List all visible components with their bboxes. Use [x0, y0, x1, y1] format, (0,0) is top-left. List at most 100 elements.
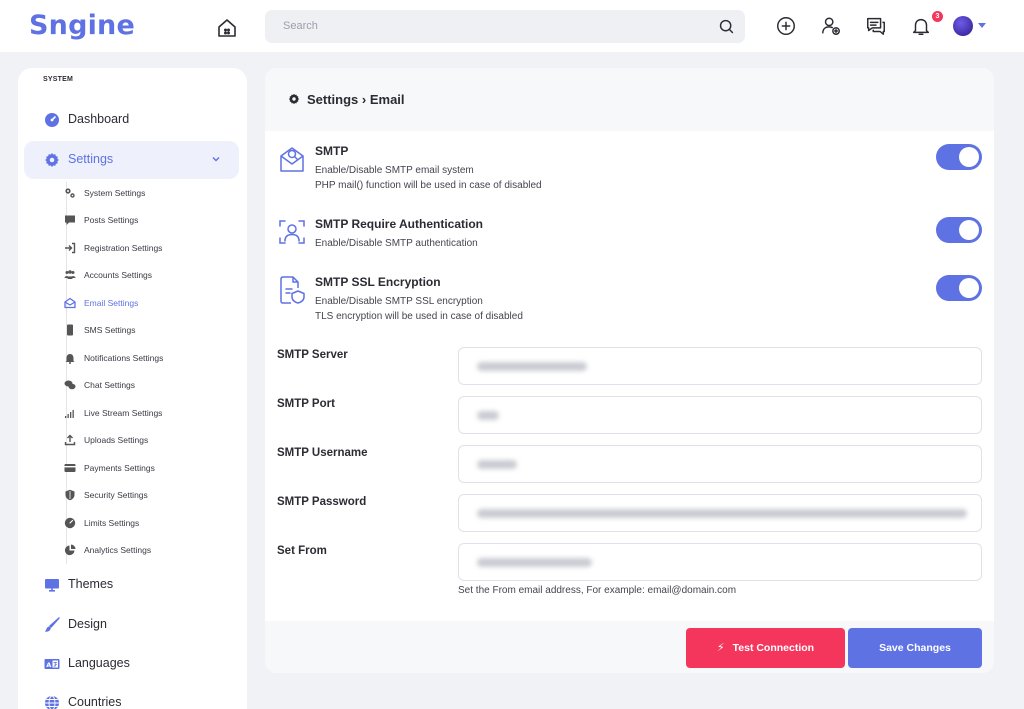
user-scan-icon: [279, 220, 305, 244]
search-icon[interactable]: [718, 18, 735, 35]
sidebar-subitem-label: Payments Settings: [84, 463, 155, 473]
smtp-port-label: SMTP Port: [277, 398, 335, 410]
set-from-label: Set From: [277, 545, 327, 557]
smtp-ssl-description: Enable/Disable SMTP SSL encryption: [315, 296, 483, 307]
smtp-server-input[interactable]: [458, 347, 982, 385]
sign-in-icon: [65, 242, 76, 254]
sidebar-item-countries[interactable]: Countries: [24, 684, 239, 709]
brush-icon: [44, 617, 60, 632]
sidebar-subitem-accounts[interactable]: Accounts Settings: [64, 266, 234, 286]
sidebar-item-label: Dashboard: [68, 112, 130, 126]
mobile-icon: [67, 324, 73, 336]
sidebar-subitem-label: Email Settings: [84, 298, 139, 308]
smtp-auth-toggle[interactable]: [936, 217, 982, 243]
chevron-down-icon[interactable]: [211, 154, 221, 164]
sidebar-item-settings[interactable]: Settings: [24, 141, 239, 179]
pie-chart-icon: [64, 544, 76, 556]
globe-icon: [45, 695, 59, 709]
gears-icon: [65, 188, 75, 198]
smtp-password-input[interactable]: [458, 494, 982, 532]
redacted-value: [477, 362, 587, 371]
redacted-value: [477, 558, 592, 567]
smtp-auth-title: SMTP Require Authentication: [315, 217, 484, 231]
messages-icon[interactable]: [865, 15, 887, 37]
create-plus-icon[interactable]: [775, 15, 797, 37]
sidebar-item-label: Languages: [68, 656, 130, 670]
sidebar-subitem-sms[interactable]: SMS Settings: [64, 321, 234, 341]
search-bar[interactable]: Search: [265, 10, 745, 43]
sidebar-item-dashboard[interactable]: Dashboard: [24, 101, 239, 139]
sidebar-item-themes[interactable]: Themes: [24, 566, 239, 604]
sidebar-subitem-live-stream[interactable]: Live Stream Settings: [64, 404, 234, 424]
sidebar: SYSTEM Dashboard Settings System Setting…: [18, 68, 247, 709]
sidebar-subitem-posts[interactable]: Posts Settings: [64, 211, 234, 231]
app-logo[interactable]: Sngine: [29, 10, 135, 41]
smtp-ssl-description-note: TLS encryption will be used in case of d…: [315, 311, 523, 322]
bell-icon: [65, 354, 75, 364]
credit-card-icon: [64, 464, 76, 472]
monitor-icon: [45, 579, 59, 592]
card-header: Settings › Email: [265, 68, 994, 131]
sidebar-item-languages[interactable]: A Languages: [24, 645, 239, 683]
sidebar-subitem-chat[interactable]: Chat Settings: [64, 376, 234, 396]
sidebar-subitem-label: Posts Settings: [84, 215, 139, 225]
sidebar-subitem-label: Registration Settings: [84, 243, 163, 253]
upload-icon: [64, 434, 76, 446]
smtp-description: Enable/Disable SMTP email system: [315, 165, 474, 176]
top-navbar: Sngine Search 3: [0, 0, 1024, 52]
smtp-auth-description: Enable/Disable SMTP authentication: [315, 238, 478, 249]
smtp-server-label: SMTP Server: [277, 349, 348, 361]
comments-icon: [64, 380, 76, 390]
test-connection-label: Test Connection: [732, 642, 815, 654]
gauge-icon: [64, 517, 76, 529]
smtp-description-note: PHP mail() function will be used in case…: [315, 180, 542, 191]
sidebar-subitem-notifications[interactable]: Notifications Settings: [64, 349, 234, 369]
users-icon: [64, 270, 76, 279]
notifications-bell-icon[interactable]: [910, 15, 932, 37]
shield-icon: [65, 489, 75, 501]
sidebar-item-label: Design: [68, 617, 107, 631]
chevron-down-icon[interactable]: [978, 23, 986, 28]
svg-text:A: A: [46, 661, 51, 669]
sidebar-subitem-label: Accounts Settings: [84, 270, 153, 280]
gear-icon: [288, 93, 300, 105]
smtp-username-label: SMTP Username: [277, 447, 368, 459]
search-input[interactable]: Search: [283, 20, 318, 32]
sidebar-subitem-email[interactable]: Email Settings: [64, 294, 234, 314]
notifications-badge: 3: [932, 11, 943, 22]
sidebar-item-design[interactable]: Design: [24, 606, 239, 644]
smtp-password-label: SMTP Password: [277, 496, 367, 508]
sidebar-subitem-label: Analytics Settings: [84, 545, 152, 555]
sidebar-subitem-label: Chat Settings: [84, 380, 136, 390]
email-settings-card: Settings › Email SMTP Enable/Disable SMT…: [265, 68, 994, 673]
sidebar-subitem-payments[interactable]: Payments Settings: [64, 459, 234, 479]
smtp-username-input[interactable]: [458, 445, 982, 483]
sidebar-subitem-label: SMS Settings: [84, 325, 136, 335]
home-icon[interactable]: [215, 16, 239, 40]
document-shield-icon: [280, 276, 305, 304]
smtp-port-input[interactable]: [458, 396, 982, 434]
sidebar-subitem-label: Limits Settings: [84, 518, 140, 528]
sidebar-subitem-label: Security Settings: [84, 490, 148, 500]
signal-bars-icon: [65, 410, 74, 418]
friend-requests-icon[interactable]: [820, 15, 842, 37]
toggle-knob: [959, 278, 979, 298]
language-icon: A: [44, 659, 60, 669]
sidebar-subitem-limits[interactable]: Limits Settings: [64, 514, 234, 534]
smtp-toggle[interactable]: [936, 144, 982, 170]
save-changes-button[interactable]: Save Changes: [848, 628, 982, 668]
user-avatar[interactable]: [953, 16, 973, 36]
smtp-ssl-toggle[interactable]: [936, 275, 982, 301]
redacted-value: [477, 460, 517, 469]
toggle-knob: [959, 147, 979, 167]
sidebar-subitem-analytics[interactable]: Analytics Settings: [64, 541, 234, 561]
sidebar-section-label: SYSTEM: [43, 76, 73, 83]
test-connection-button[interactable]: ⚡ Test Connection: [686, 628, 845, 668]
redacted-value: [477, 411, 499, 420]
sidebar-subitem-registration[interactable]: Registration Settings: [64, 239, 234, 259]
sidebar-subitem-security[interactable]: Security Settings: [64, 486, 234, 506]
sidebar-subitem-uploads[interactable]: Uploads Settings: [64, 431, 234, 451]
set-from-input[interactable]: [458, 543, 982, 581]
sidebar-subitem-system[interactable]: System Settings: [64, 184, 234, 204]
bolt-icon: ⚡: [716, 642, 725, 654]
